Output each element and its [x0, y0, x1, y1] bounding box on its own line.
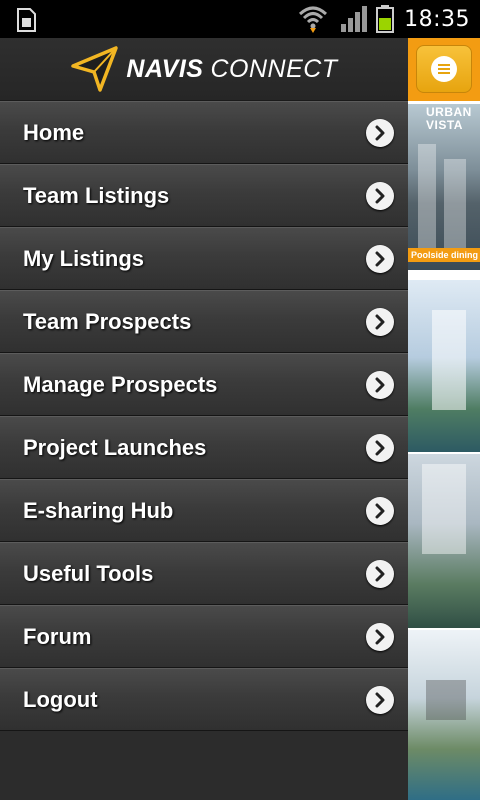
listing-photo[interactable] — [408, 630, 480, 800]
battery-icon — [376, 5, 395, 33]
drawer-menu: Home Team Listings My Listings Team Prospec… — [0, 101, 408, 731]
menu-item-home[interactable]: Home — [0, 101, 408, 164]
status-bar: 18:35 — [0, 0, 480, 38]
chevron-right-icon — [366, 370, 394, 399]
menu-item-label: Team Prospects — [23, 308, 192, 334]
chevron-right-icon — [366, 622, 394, 651]
sim-card-icon — [17, 8, 36, 32]
banner-brand-line1: URBAN — [426, 105, 472, 119]
menu-toggle-button[interactable] — [416, 45, 472, 93]
banner-caption: Poolside dining — [408, 248, 480, 262]
chevron-right-icon — [366, 559, 394, 588]
navis-connect-logo: NAVIS CONNECT — [70, 44, 337, 94]
chevron-right-icon — [366, 685, 394, 714]
listing-photo[interactable] — [408, 280, 480, 452]
listing-photo[interactable] — [408, 454, 480, 628]
chevron-right-icon — [366, 244, 394, 273]
main-content-preview: URBAN VISTA Poolside dining — [408, 38, 480, 800]
menu-item-my-listings[interactable]: My Listings — [0, 227, 408, 290]
menu-item-label: Forum — [23, 623, 92, 649]
signal-icon — [341, 6, 368, 32]
hamburger-icon — [431, 56, 457, 82]
menu-item-label: Project Launches — [23, 434, 207, 460]
wifi-icon — [299, 6, 328, 33]
menu-item-logout[interactable]: Logout — [0, 668, 408, 731]
content-header — [408, 38, 480, 101]
menu-item-e-sharing-hub[interactable]: E-sharing Hub — [0, 479, 408, 542]
menu-item-label: E-sharing Hub — [23, 497, 174, 523]
logo-text-bold: NAVIS — [126, 54, 204, 83]
chevron-right-icon — [366, 118, 394, 147]
listing-photo[interactable]: URBAN VISTA Poolside dining — [408, 104, 480, 270]
menu-item-team-prospects[interactable]: Team Prospects — [0, 290, 408, 353]
menu-item-project-launches[interactable]: Project Launches — [0, 416, 408, 479]
menu-item-label: Team Listings — [23, 182, 170, 208]
menu-item-team-listings[interactable]: Team Listings — [0, 164, 408, 227]
chevron-right-icon — [366, 496, 394, 525]
menu-item-label: Manage Prospects — [23, 371, 218, 397]
menu-item-label: My Listings — [23, 245, 145, 271]
clock: 18:35 — [404, 6, 470, 32]
banner-brand: URBAN VISTA — [426, 106, 472, 132]
menu-item-label: Home — [23, 119, 85, 145]
chevron-right-icon — [366, 433, 394, 462]
menu-item-useful-tools[interactable]: Useful Tools — [0, 542, 408, 605]
drawer-header: NAVIS CONNECT — [0, 38, 408, 101]
chevron-right-icon — [366, 307, 394, 336]
menu-item-forum[interactable]: Forum — [0, 605, 408, 668]
banner-brand-line2: VISTA — [426, 118, 463, 132]
logo-text-light: CONNECT — [210, 54, 338, 83]
navis-arrow-logo-icon — [71, 46, 119, 92]
menu-item-label: Logout — [23, 686, 98, 712]
chevron-right-icon — [366, 181, 394, 210]
menu-item-manage-prospects[interactable]: Manage Prospects — [0, 353, 408, 416]
menu-item-label: Useful Tools — [23, 560, 154, 586]
navigation-drawer: NAVIS CONNECT Home Team Listings My Listin… — [0, 38, 408, 800]
